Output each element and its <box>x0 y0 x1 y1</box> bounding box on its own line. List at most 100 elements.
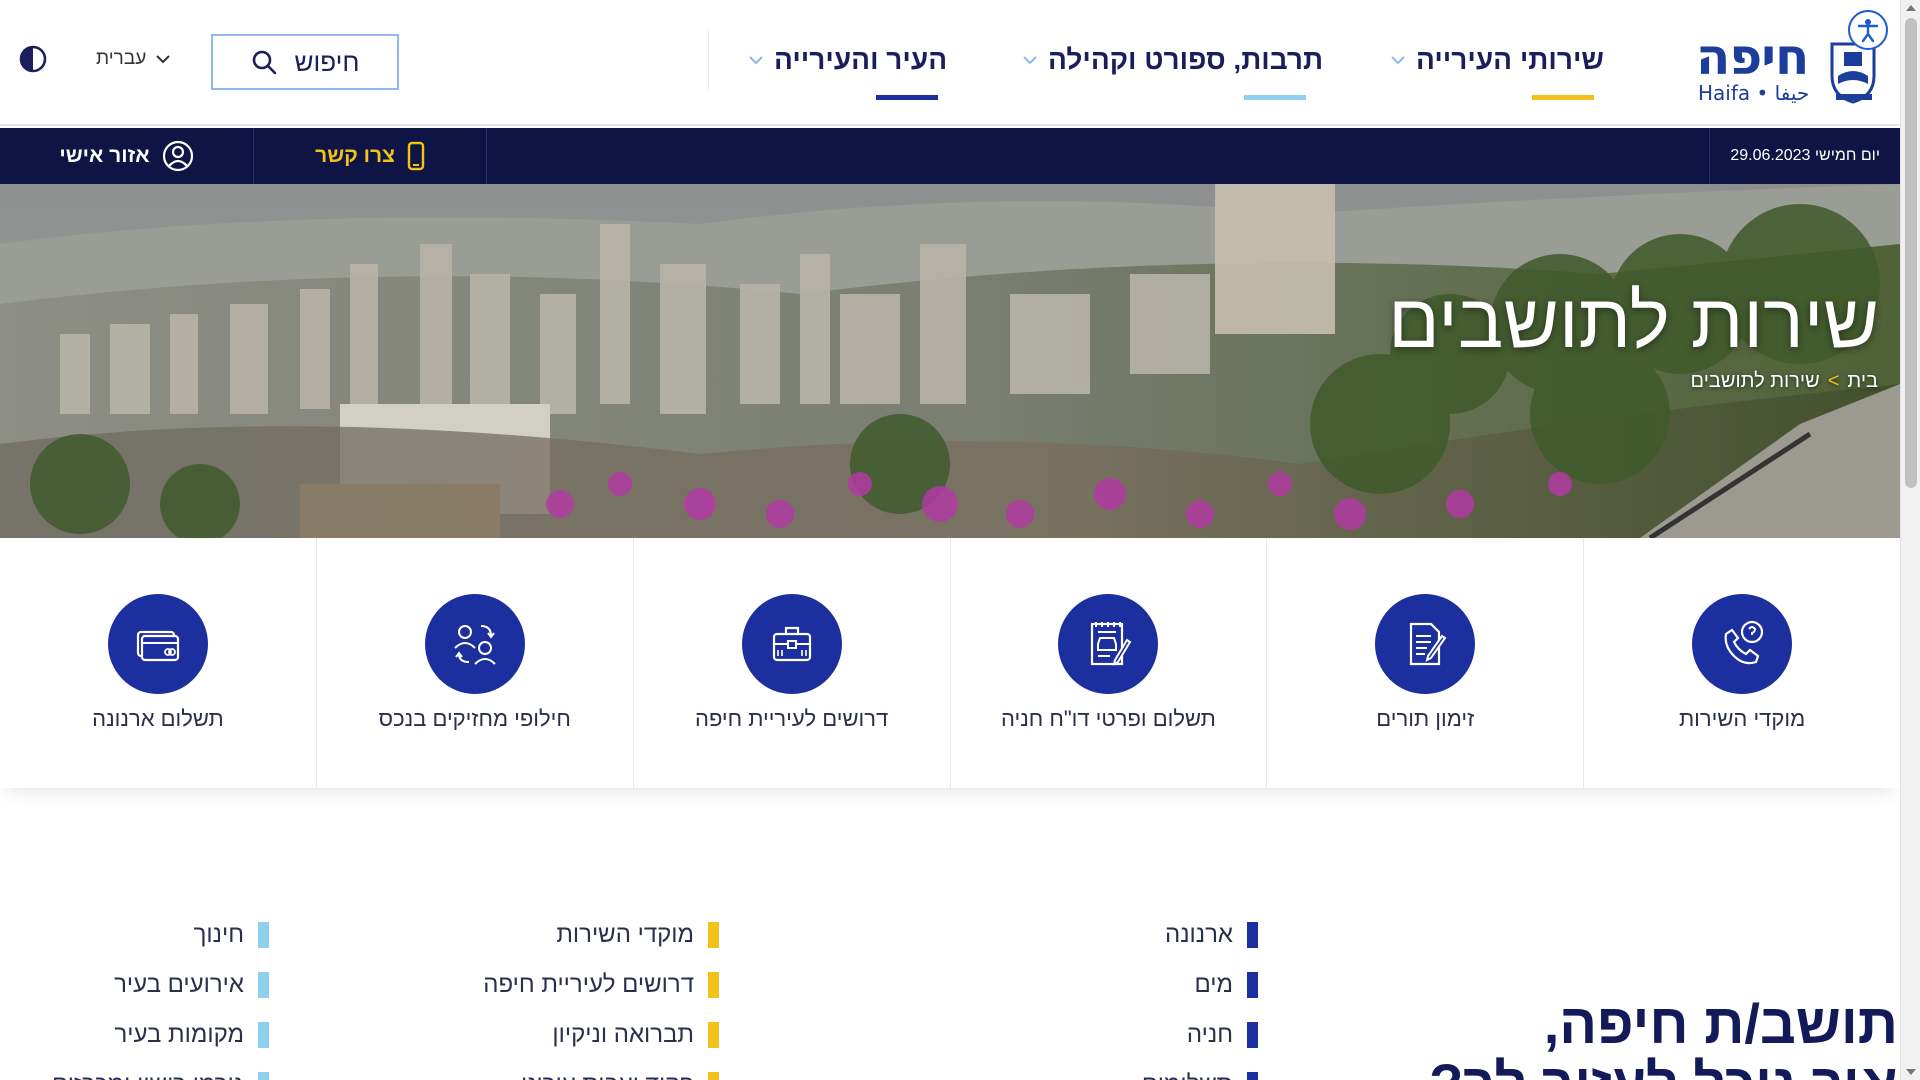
mobile-phone-icon <box>407 141 425 171</box>
site-header: חיפה Haifa • حيفا שירותי העירייה תרבות, … <box>0 0 1900 126</box>
user-circle-icon <box>162 140 193 172</box>
quick-link[interactable]: מקומות בעיר <box>52 1010 269 1060</box>
nav-underline <box>876 95 938 100</box>
utility-bar: יום חמישי 29.06.2023 צרו קשר אזור אישי <box>0 128 1900 184</box>
quick-link[interactable]: מוקדי השירות <box>483 910 719 960</box>
link-marker <box>708 922 719 948</box>
scroll-down-arrow-icon[interactable] <box>1906 1069 1916 1075</box>
quick-link[interactable]: פקוד ועבוס עירוני <box>483 1060 719 1080</box>
quick-links-column-1: ארנונה מים חניה תשלומים <box>1142 910 1258 1080</box>
quick-link-label: תברואה וניקיון <box>552 1021 694 1048</box>
link-marker <box>708 1022 719 1048</box>
chevron-down-icon <box>1390 40 1406 80</box>
chevron-down-icon <box>748 40 764 80</box>
service-tile-arnona-payment[interactable]: תשלום ארנונה <box>0 538 316 788</box>
personal-area-label: אזור אישי <box>59 144 150 167</box>
quick-links-column-3: חינוך אירועים בעיר מקומות בעיר גורמי ריש… <box>52 910 269 1080</box>
language-label: עברית <box>96 48 147 69</box>
service-tile-property-holders[interactable]: חילופי מחזיקים בנכס <box>315 538 633 788</box>
link-marker <box>258 972 269 998</box>
service-tile-parking-fines[interactable]: תשלום ופרטי דו"ח חניה <box>949 538 1267 788</box>
link-marker <box>1247 922 1258 948</box>
quick-link-label: פקוד ועבוס עירוני <box>521 1071 694 1080</box>
breadcrumb-current: שירות לתושבים <box>1690 370 1820 392</box>
quick-link-label: מוקדי השירות <box>556 921 694 948</box>
page-scrollbar[interactable] <box>1900 0 1920 1080</box>
service-tile-label: דרושים לעיריית חיפה <box>695 706 889 731</box>
help-heading-line2: איך נוכל לעזור לך? <box>1429 1054 1898 1080</box>
link-marker <box>258 922 269 948</box>
help-heading-line1: תושב/ת חיפה, <box>1543 992 1898 1055</box>
search-placeholder: חיפוש <box>294 46 360 77</box>
quick-links-column-2: מוקדי השירות דרושים לעיריית חיפה תברואה … <box>483 910 719 1080</box>
people-swap-icon <box>424 594 525 694</box>
quick-link-label: תשלומים <box>1142 1071 1233 1080</box>
link-marker <box>1247 1022 1258 1048</box>
quick-link-label: מקומות בעיר <box>114 1021 244 1048</box>
accessibility-icon <box>1857 19 1879 43</box>
logo-hebrew-text: חיפה <box>1696 28 1809 86</box>
service-tile-label: חילופי מחזיקים בנכס <box>378 706 571 731</box>
nav-city-and-municipality[interactable]: העיר והעירייה <box>748 40 947 100</box>
nav-city-services-label: שירותי העירייה <box>1416 44 1604 75</box>
service-tile-label: זימון תורים <box>1376 706 1475 731</box>
phone-help-icon <box>1692 594 1793 694</box>
search-button[interactable]: חיפוש <box>211 34 399 90</box>
nav-underline <box>1532 95 1594 100</box>
quick-link[interactable]: אירועים בעיר <box>52 960 269 1010</box>
quick-link[interactable]: מים <box>1142 960 1258 1010</box>
breadcrumb-home[interactable]: בית <box>1847 370 1878 393</box>
quick-link[interactable]: דרושים לעיריית חיפה <box>483 960 719 1010</box>
nav-culture-sport-community[interactable]: תרבות, ספורט וקהילה <box>1022 40 1323 100</box>
document-pen-icon <box>1375 594 1476 694</box>
nav-city-and-municipality-label: העיר והעירייה <box>774 44 948 75</box>
chevron-down-icon <box>156 54 170 63</box>
quick-link-label: חינוך <box>193 921 244 948</box>
quick-link-label: מים <box>1194 971 1233 998</box>
quick-link-label: גורמי רישוי ומכרזים <box>52 1071 244 1080</box>
contact-us-link[interactable]: צרו קשר <box>253 128 487 184</box>
quick-link[interactable]: ארנונה <box>1142 910 1258 960</box>
logo-subtitle: Haifa • حيفا <box>1698 81 1810 105</box>
quick-link-label: דרושים לעיריית חיפה <box>483 971 694 998</box>
search-icon <box>252 50 276 75</box>
link-marker <box>1247 972 1258 998</box>
current-date: יום חמישי 29.06.2023 <box>1709 128 1900 184</box>
quick-link[interactable]: חניה <box>1142 1010 1258 1060</box>
contrast-icon[interactable] <box>18 44 48 74</box>
nav-city-services[interactable]: שירותי העירייה <box>1390 40 1604 100</box>
link-marker <box>708 1072 719 1080</box>
link-marker <box>258 1022 269 1048</box>
nav-underline <box>1244 95 1306 100</box>
quick-link-label: חניה <box>1186 1021 1233 1048</box>
contact-us-label: צרו קשר <box>315 144 395 167</box>
service-tile-jobs[interactable]: דרושים לעיריית חיפה <box>632 538 950 788</box>
quick-link[interactable]: גורמי רישוי ומכרזים <box>52 1060 269 1080</box>
breadcrumb-separator: > <box>1827 370 1840 392</box>
quick-link-label: ארנונה <box>1164 921 1233 948</box>
nav-culture-sport-community-label: תרבות, ספורט וקהילה <box>1048 44 1324 75</box>
nav-divider <box>708 30 709 90</box>
quick-link[interactable]: תשלומים <box>1142 1060 1258 1080</box>
help-heading: תושב/ת חיפה, איך נוכל לעזור לך? <box>1429 994 1898 1080</box>
quick-link-label: אירועים בעיר <box>114 971 244 998</box>
parking-ticket-icon <box>1058 594 1159 694</box>
link-marker <box>708 972 719 998</box>
service-tiles: מוקדי השירות זימון תורים תשלום ופרטי דו"… <box>0 538 1900 788</box>
accessibility-button[interactable] <box>1848 10 1888 50</box>
service-tile-label: תשלום ופרטי דו"ח חניה <box>1000 706 1216 731</box>
language-select[interactable]: עברית <box>96 48 170 70</box>
quick-link[interactable]: תברואה וניקיון <box>483 1010 719 1060</box>
quick-link[interactable]: חינוך <box>52 910 269 960</box>
breadcrumb: בית > שירות לתושבים <box>1691 370 1878 393</box>
personal-area-link[interactable]: אזור אישי <box>0 128 253 184</box>
chevron-down-icon <box>1022 40 1038 80</box>
link-marker <box>258 1072 269 1080</box>
link-marker <box>1247 1072 1258 1080</box>
scrollbar-thumb[interactable] <box>1905 18 1917 488</box>
scroll-up-arrow-icon[interactable] <box>1906 5 1916 11</box>
service-tile-service-centers[interactable]: מוקדי השירות <box>1583 538 1900 788</box>
service-tile-label: תשלום ארנונה <box>92 706 224 731</box>
hero-banner: שירות לתושבים בית > שירות לתושבים <box>0 184 1900 538</box>
service-tile-appointments[interactable]: זימון תורים <box>1266 538 1583 788</box>
